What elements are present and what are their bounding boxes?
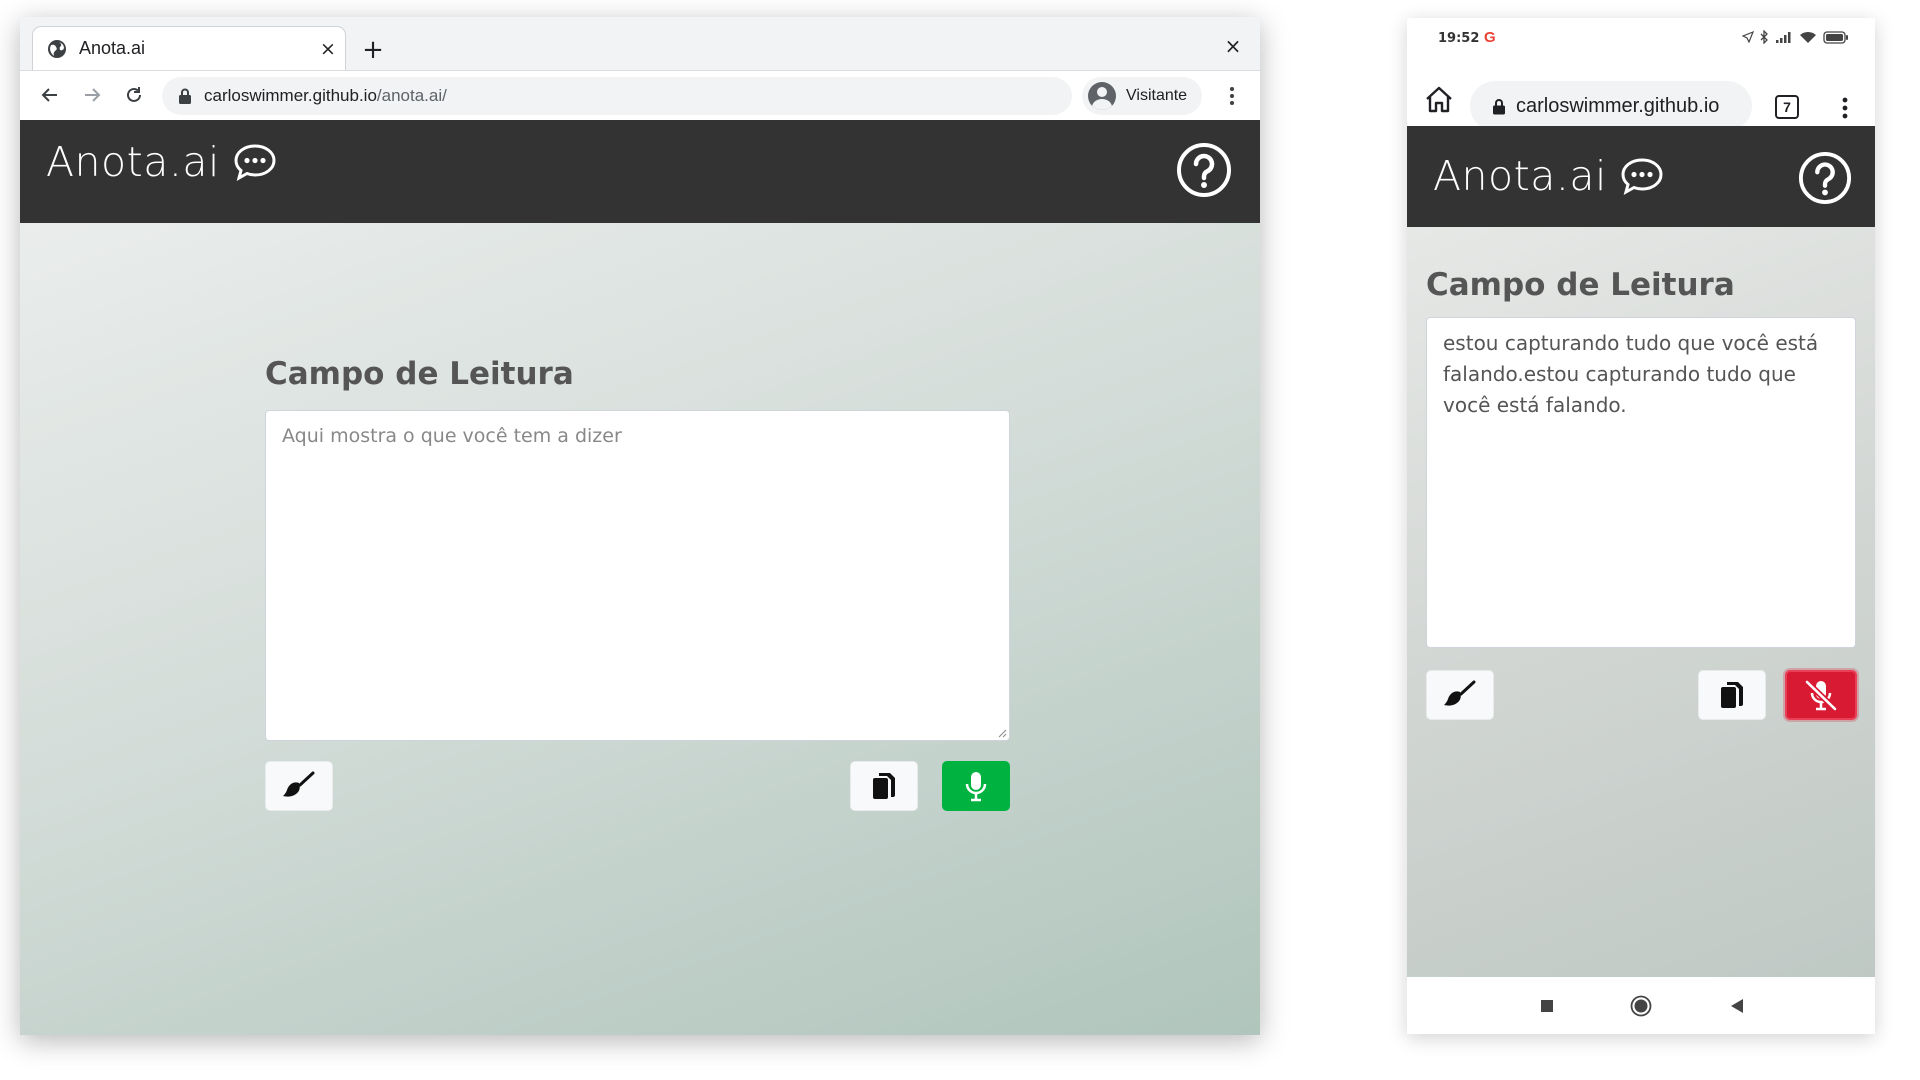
mobile-speech-textarea[interactable]: estou capturando tudo que você está fala… bbox=[1426, 317, 1856, 648]
home-icon[interactable] bbox=[1421, 82, 1457, 118]
triangle-back-icon bbox=[1731, 999, 1743, 1013]
address-bar[interactable]: carloswimmer.github.io/anota.ai/ bbox=[162, 77, 1072, 115]
forward-button[interactable] bbox=[74, 77, 110, 113]
window-close-button[interactable]: × bbox=[1218, 31, 1248, 61]
action-buttons bbox=[265, 761, 1010, 811]
speech-bubble-icon bbox=[1621, 158, 1663, 196]
tab-switcher-button[interactable]: 7 bbox=[1775, 95, 1799, 119]
resize-grip-icon[interactable] bbox=[997, 728, 1007, 738]
nav-back-button[interactable] bbox=[1722, 991, 1752, 1021]
new-tab-button[interactable]: + bbox=[356, 33, 390, 67]
mobile-clear-button[interactable] bbox=[1426, 670, 1494, 720]
broom-icon bbox=[283, 771, 315, 797]
location-arrow-icon bbox=[1742, 31, 1754, 43]
back-button[interactable] bbox=[32, 77, 68, 113]
android-nav-bar bbox=[1407, 977, 1875, 1034]
microphone-icon bbox=[965, 772, 987, 802]
status-icons bbox=[1742, 30, 1849, 44]
tab-strip: Anota.ai × + × bbox=[20, 17, 1260, 70]
mobile-app-logo[interactable]: Anota.ai bbox=[1433, 152, 1665, 200]
url-text: carloswimmer.github.io/anota.ai/ bbox=[204, 86, 447, 106]
browser-menu-button[interactable] bbox=[1218, 77, 1246, 115]
copy-icon bbox=[1721, 682, 1743, 708]
reading-field-section: Campo de Leitura Aqui mostra o que você … bbox=[265, 356, 1010, 811]
bluetooth-icon bbox=[1760, 30, 1768, 44]
mobile-reading-field-section: Campo de Leitura estou capturando tudo q… bbox=[1426, 267, 1857, 720]
tab-title: Anota.ai bbox=[79, 38, 146, 58]
arrow-right-icon bbox=[85, 88, 101, 102]
reload-button[interactable] bbox=[116, 77, 152, 113]
speech-bubble-icon bbox=[234, 144, 276, 182]
reload-icon bbox=[127, 87, 141, 102]
nav-home-button[interactable] bbox=[1626, 991, 1656, 1021]
url-path: /anota.ai/ bbox=[376, 86, 447, 105]
app-logo-text: Anota.ai bbox=[46, 138, 220, 186]
desktop-browser-window: Anota.ai × + × carloswimmer.github.io/an… bbox=[20, 17, 1260, 1035]
microphone-slash-icon bbox=[1804, 679, 1838, 711]
speech-textarea[interactable]: Aqui mostra o que você tem a dizer bbox=[265, 410, 1010, 741]
mobile-app-header: Anota.ai bbox=[1407, 126, 1875, 227]
profile-button[interactable]: Visitante bbox=[1082, 77, 1202, 115]
app-logo[interactable]: Anota.ai bbox=[46, 138, 278, 186]
more-vert-icon bbox=[1842, 97, 1848, 119]
mobile-address-bar[interactable]: carloswimmer.github.io bbox=[1470, 81, 1752, 131]
broom-icon bbox=[1444, 680, 1476, 706]
signal-icon bbox=[1776, 31, 1791, 43]
mobile-page-viewport: Anota.ai Campo de Leitura estou capturan… bbox=[1407, 126, 1875, 977]
copy-button[interactable] bbox=[850, 761, 918, 811]
mobile-action-buttons bbox=[1426, 670, 1857, 720]
mobile-screenshot: 19:52 G carloswimmer.github.io 7 Anota.a… bbox=[1407, 18, 1875, 1034]
square-icon bbox=[1541, 1000, 1553, 1012]
nav-recents-button[interactable] bbox=[1532, 991, 1562, 1021]
wifi-icon bbox=[1800, 31, 1816, 43]
help-icon[interactable] bbox=[1798, 151, 1852, 205]
mobile-stop-record-button[interactable] bbox=[1785, 670, 1857, 720]
help-icon[interactable] bbox=[1176, 142, 1232, 198]
clear-button[interactable] bbox=[265, 761, 333, 811]
profile-name: Visitante bbox=[1126, 87, 1188, 104]
lock-icon bbox=[179, 88, 191, 104]
google-icon: G bbox=[1484, 29, 1496, 46]
page-viewport: Anota.ai Campo de Leitura Aqui mostra o … bbox=[20, 120, 1260, 1035]
browser-tab[interactable]: Anota.ai × bbox=[32, 26, 346, 70]
mobile-url-text: carloswimmer.github.io bbox=[1516, 94, 1720, 117]
browser-toolbar: carloswimmer.github.io/anota.ai/ Visitan… bbox=[20, 70, 1260, 120]
lock-icon bbox=[1493, 98, 1505, 114]
field-title: Campo de Leitura bbox=[265, 356, 574, 392]
avatar-icon bbox=[1088, 82, 1116, 110]
arrow-left-icon bbox=[41, 88, 57, 102]
circle-icon bbox=[1630, 995, 1652, 1017]
mobile-menu-button[interactable] bbox=[1835, 90, 1855, 126]
app-header: Anota.ai bbox=[20, 120, 1260, 223]
status-bar: 19:52 G bbox=[1407, 18, 1875, 60]
mobile-app-logo-text: Anota.ai bbox=[1433, 152, 1607, 200]
status-time: 19:52 bbox=[1438, 31, 1480, 46]
url-domain: carloswimmer.github.io bbox=[204, 86, 377, 105]
copy-icon bbox=[873, 773, 895, 799]
more-vert-icon bbox=[1230, 87, 1234, 105]
globe-icon bbox=[48, 39, 66, 58]
record-button[interactable] bbox=[942, 761, 1010, 811]
textarea-placeholder: Aqui mostra o que você tem a dizer bbox=[282, 425, 622, 447]
tab-close-icon[interactable]: × bbox=[311, 38, 345, 60]
mobile-field-title: Campo de Leitura bbox=[1426, 267, 1735, 303]
battery-icon bbox=[1823, 30, 1848, 44]
mobile-copy-button[interactable] bbox=[1698, 670, 1766, 720]
